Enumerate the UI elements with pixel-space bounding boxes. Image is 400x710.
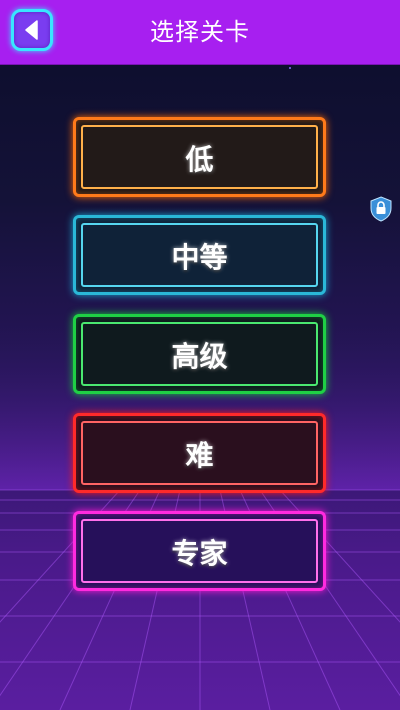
level-button-expert[interactable]: 专家 — [73, 511, 326, 591]
top-bar: 选择关卡 — [0, 0, 400, 64]
lock-icon[interactable] — [369, 196, 393, 222]
level-button-hard[interactable]: 难 — [73, 413, 326, 493]
back-button[interactable] — [11, 9, 53, 51]
level-button-low[interactable]: 低 — [73, 117, 326, 197]
level-label: 专家 — [171, 537, 228, 570]
level-button-medium[interactable]: 中等 — [73, 215, 326, 295]
level-label: 低 — [185, 143, 214, 176]
level-label: 难 — [185, 439, 214, 472]
level-label: 中等 — [171, 241, 228, 274]
level-button-advanced[interactable]: 高级 — [73, 314, 326, 394]
page-title: 选择关卡 — [150, 18, 250, 46]
back-arrow-icon — [25, 20, 38, 40]
level-label: 高级 — [171, 340, 228, 373]
level-select-screen: 选择关卡 低 中等 高级 难 专家 — [0, 0, 400, 710]
